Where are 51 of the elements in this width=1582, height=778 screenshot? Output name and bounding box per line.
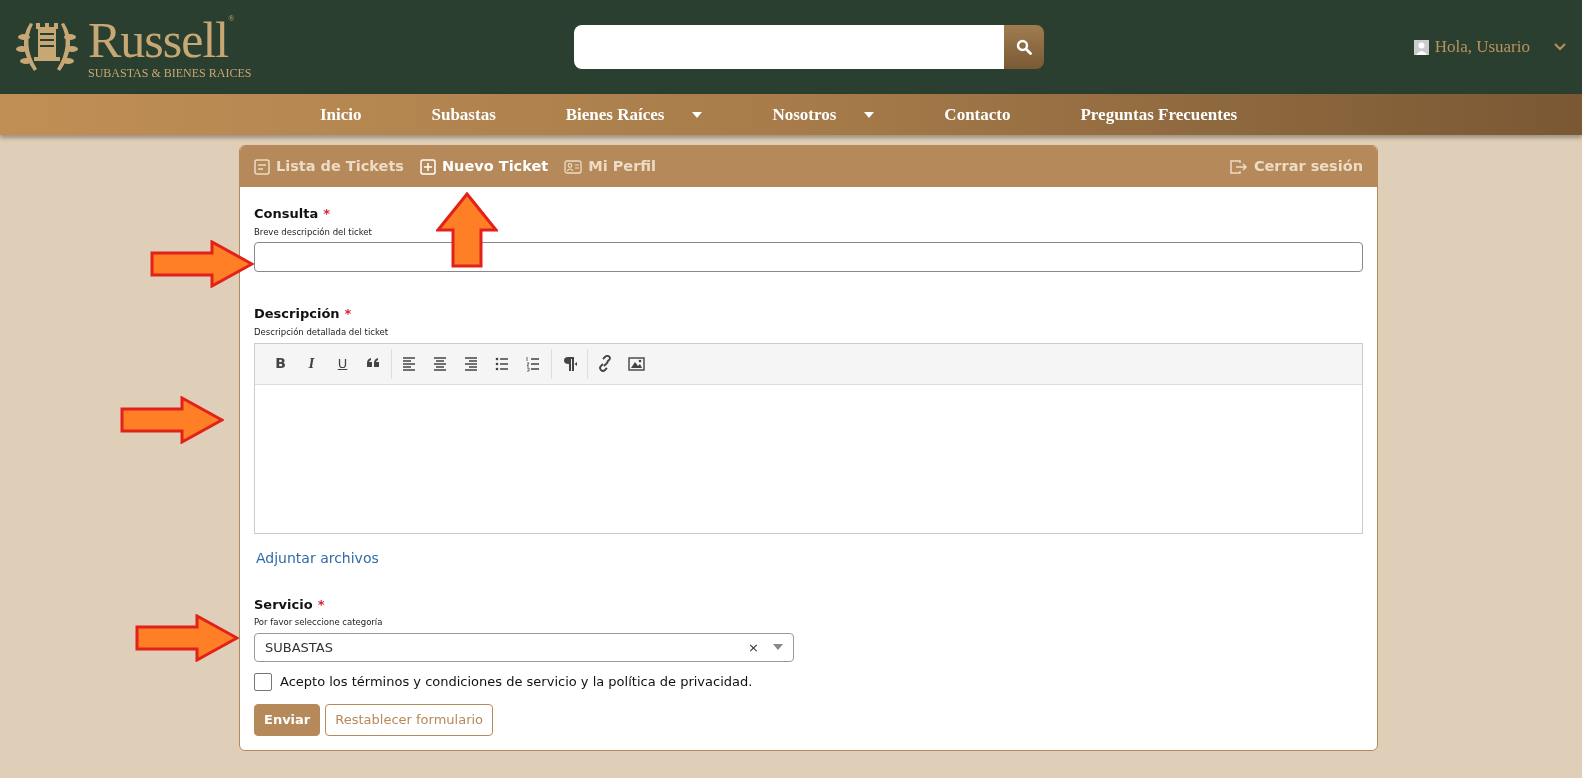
dropdown-caret-icon	[773, 644, 783, 651]
bold-button[interactable]: B	[265, 349, 296, 378]
align-right-icon	[463, 355, 480, 372]
user-avatar-icon	[1413, 39, 1429, 55]
nav-link[interactable]: Nosotros	[772, 101, 875, 128]
link-icon	[597, 355, 614, 372]
logout-link[interactable]: Cerrar sesión	[1229, 155, 1363, 178]
user-menu-link[interactable]: Hola, Usuario	[1434, 34, 1530, 60]
card-tab[interactable]: Mi Perfil	[564, 155, 656, 178]
nav-link[interactable]: Contacto	[944, 101, 1011, 128]
numbered-list-icon	[525, 355, 542, 372]
card-tab[interactable]: Lista de Tickets	[254, 155, 404, 178]
logout-icon	[1229, 158, 1248, 175]
service-select[interactable]: SUBASTAS ×	[254, 632, 794, 662]
terms-label: Acepto los términos y condiciones de servicio y la política de privacidad.	[280, 672, 753, 691]
card-tab[interactable]: Nuevo Ticket	[420, 155, 549, 178]
underline-button[interactable]: U	[327, 349, 358, 378]
caret-icon	[692, 111, 703, 118]
search-icon	[1016, 39, 1032, 55]
id-card-icon	[564, 158, 583, 175]
italic-button[interactable]: I	[296, 349, 327, 378]
help-text: Breve descripción del ticket	[254, 225, 373, 239]
bullet-list-icon	[494, 355, 511, 372]
nav-link[interactable]: Subastas	[431, 101, 496, 128]
list-icon	[254, 158, 270, 175]
reset-button[interactable]: Restablecer formulario	[325, 704, 494, 736]
caret-icon	[864, 111, 875, 118]
terms-checkbox[interactable]	[254, 672, 272, 691]
selected-value: SUBASTAS	[265, 638, 333, 657]
align-left-icon	[401, 355, 418, 372]
plus-square-icon	[420, 158, 436, 175]
field-label: Descripción *	[254, 305, 353, 324]
align-center-icon	[432, 355, 449, 372]
nav-link[interactable]: Bienes Raíces	[565, 101, 703, 128]
field-label: Consulta *	[254, 205, 331, 223]
attach-files-link[interactable]: Adjuntar archivos	[256, 547, 379, 569]
field-label: Servicio *	[254, 595, 326, 614]
chevron-down-icon[interactable]	[1554, 43, 1566, 51]
help-text: Descripción detallada del ticket	[254, 325, 390, 339]
consulta-input[interactable]	[254, 242, 1363, 273]
logo-tagline: SUBASTAS & BIENES RAICES	[88, 67, 252, 79]
nav-link[interactable]: Preguntas Frecuentes	[1080, 101, 1238, 128]
paragraph-icon	[561, 355, 578, 372]
image-icon	[628, 355, 645, 372]
help-text: Por favor seleccione categoría	[254, 616, 384, 629]
submit-button[interactable]: Enviar	[254, 704, 321, 736]
clear-selection[interactable]: ×	[748, 637, 759, 657]
search-field[interactable]	[574, 25, 1004, 69]
logo-wordmark: Russell®	[88, 15, 235, 65]
nav-link[interactable]: Inicio	[319, 101, 362, 128]
search-button[interactable]	[1004, 25, 1044, 69]
